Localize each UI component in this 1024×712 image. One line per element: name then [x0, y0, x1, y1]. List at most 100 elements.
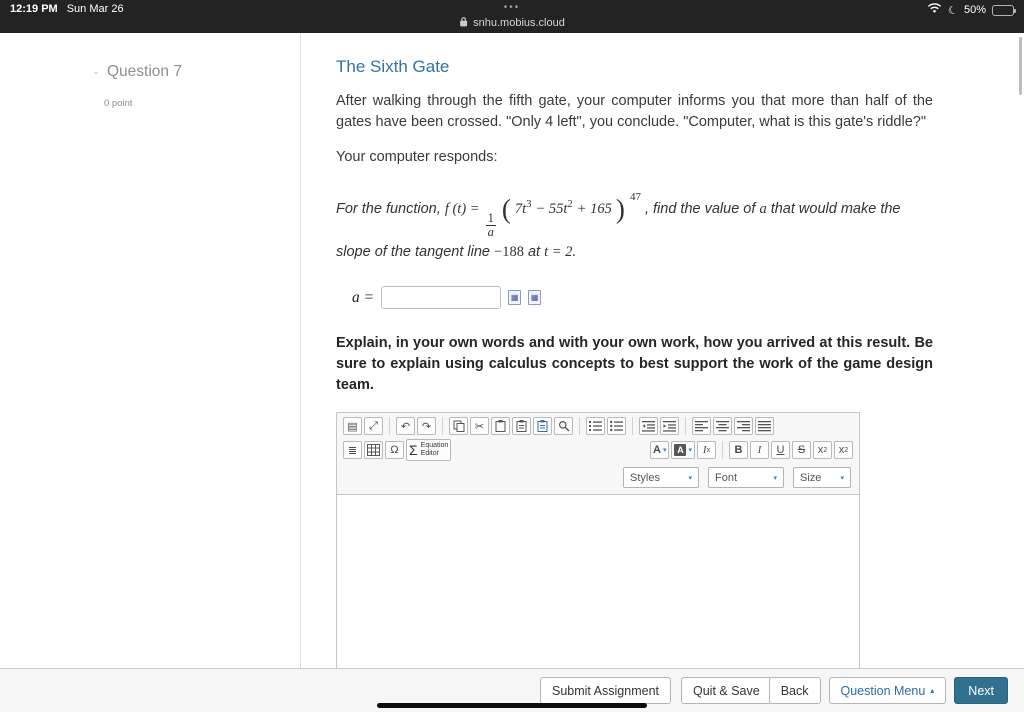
cut-icon[interactable]: ✂ [470, 417, 489, 436]
next-button[interactable]: Next [954, 677, 1008, 704]
math-function: f (t) = [444, 201, 480, 217]
math-tail1: , find the value of [644, 201, 760, 217]
align-right-icon[interactable] [734, 417, 753, 436]
italic-button[interactable]: I [750, 441, 769, 460]
toolbar-row-1: ▤ ⤢ ↶ ↷ ✂ [337, 413, 859, 437]
math-fraction: 1 a [485, 211, 496, 239]
t-equation: t = 2. [544, 244, 577, 261]
bold-button[interactable]: B [729, 441, 748, 460]
battery-tip [1014, 8, 1016, 13]
size-dropdown[interactable]: Size ▾ [793, 467, 851, 489]
undo-icon[interactable]: ↶ [396, 417, 415, 436]
page-title: The Sixth Gate [336, 57, 450, 76]
toolbar-separator [579, 417, 580, 436]
keyboard-icon[interactable]: ▦ [508, 290, 522, 306]
paste-from-word-icon[interactable] [533, 417, 552, 436]
close-paren: ) [615, 194, 625, 224]
status-right: ☾ 50% [927, 3, 1016, 18]
question-label: Question 7 [107, 63, 182, 80]
status-date: Sun Mar 26 [66, 3, 124, 15]
toolbar-separator [685, 417, 686, 436]
source-icon[interactable]: ▤ [343, 417, 362, 436]
background-color-button[interactable]: A ▾ [671, 441, 695, 460]
battery-percent: 50% [963, 4, 986, 16]
paste-icon[interactable] [491, 417, 510, 436]
find-icon[interactable] [554, 417, 573, 436]
answer-input[interactable] [381, 286, 502, 310]
align-justify-icon[interactable] [755, 417, 774, 436]
chevron-down-icon: ▾ [773, 474, 777, 482]
bulleted-list-icon[interactable] [607, 417, 626, 436]
scrollbar-thumb[interactable] [1019, 37, 1022, 95]
equation-editor-label: Equation Editor [421, 442, 449, 458]
chevron-down-icon: ▾ [662, 447, 667, 455]
underline-button[interactable]: U [771, 441, 790, 460]
numbered-list-icon[interactable] [586, 417, 605, 436]
open-paren: ( [501, 194, 511, 224]
copy-icon[interactable] [449, 417, 468, 436]
maximize-icon[interactable]: ⤢ [364, 417, 383, 436]
explain-paragraph: Explain, in your own words and with your… [336, 335, 933, 394]
equation-editor-label-line2: Editor [420, 450, 439, 458]
remove-format-x: x [706, 446, 711, 454]
answer-label: a = [352, 288, 375, 306]
special-char-icon[interactable]: Ω [385, 441, 404, 460]
quit-save-button[interactable]: Quit & Save [681, 677, 772, 704]
question-list-item[interactable]: - Question 7 [94, 63, 300, 81]
home-indicator[interactable] [377, 703, 647, 708]
math-tail3: at [523, 244, 545, 261]
table-icon[interactable] [364, 441, 383, 460]
align-center-icon[interactable] [713, 417, 732, 436]
templates-icon[interactable]: ≣ [343, 441, 362, 460]
paste-plaintext-icon[interactable] [512, 417, 531, 436]
term2-exponent: 2 [567, 199, 573, 210]
equation-editor-button[interactable]: Σ Equation Editor [406, 439, 452, 462]
toolbar-row-3: Styles ▾ Font ▾ Size ▾ [337, 463, 859, 494]
tab-overview-dots[interactable]: ••• [504, 2, 521, 13]
term1: 7t [514, 201, 527, 217]
background-color-letter: A [674, 444, 687, 457]
address-bar[interactable]: snhu.mobius.cloud [459, 16, 565, 30]
browser-chrome: 12:19 PM Sun Mar 26 ••• ☾ 50% snhu.mobiu… [0, 0, 1024, 33]
math-lead: For the function, [336, 201, 445, 217]
strikethrough-button[interactable]: S [792, 441, 811, 460]
subscript-small: 2 [823, 446, 828, 454]
question-menu-label: Question Menu [840, 683, 926, 698]
question-dash: - [94, 65, 98, 79]
preview-icon[interactable]: ▦ [528, 290, 542, 306]
align-left-icon[interactable] [692, 417, 711, 436]
wifi-icon [927, 3, 942, 17]
chevron-down-icon: ▾ [688, 474, 692, 482]
increase-indent-icon[interactable] [660, 417, 679, 436]
responds-paragraph: Your computer responds: [336, 149, 498, 165]
math-paragraph: For the function, f (t) = 1 a ( 7t3 − 55… [336, 184, 933, 266]
question-menu-button[interactable]: Question Menu ▴ [828, 677, 947, 704]
toolbar-row-2: ≣ Ω Σ Equation Editor A ▾ A ▾ I x B I U … [337, 437, 859, 463]
font-dropdown[interactable]: Font ▾ [708, 467, 784, 489]
rich-text-editor: ▤ ⤢ ↶ ↷ ✂ ≣ Ω Σ Equation Editor A ▾ A ▾ … [336, 412, 860, 711]
chevron-down-icon: ▾ [840, 474, 844, 482]
back-button[interactable]: Back [768, 677, 821, 704]
question-content: The Sixth Gate After walking through the… [336, 33, 933, 711]
styles-dropdown[interactable]: Styles ▾ [623, 467, 699, 489]
remove-format-button[interactable]: Ix [697, 441, 716, 460]
toolbar-separator [722, 441, 723, 460]
size-dropdown-label: Size [800, 471, 822, 484]
battery-icon [992, 4, 1016, 16]
styles-dropdown-label: Styles [630, 471, 660, 484]
toolbar-separator [632, 417, 633, 436]
footer-right-group: Back Question Menu ▴ Next [768, 677, 1008, 704]
chevron-down-icon: ▾ [688, 447, 692, 455]
submit-assignment-button[interactable]: Submit Assignment [540, 677, 671, 704]
subscript-button[interactable]: x2 [813, 441, 832, 460]
term3: + 165 [576, 201, 612, 217]
toolbar-separator [442, 417, 443, 436]
toolbar-separator [389, 417, 390, 436]
question-sidebar: - Question 7 0 point [0, 33, 301, 668]
redo-icon[interactable]: ↷ [417, 417, 436, 436]
decrease-indent-icon[interactable] [639, 417, 658, 436]
intro-paragraph: After walking through the fifth gate, yo… [336, 93, 933, 130]
screen: 12:19 PM Sun Mar 26 ••• ☾ 50% snhu.mobiu… [0, 0, 1024, 712]
superscript-button[interactable]: x2 [834, 441, 853, 460]
text-color-button[interactable]: A ▾ [650, 441, 670, 460]
